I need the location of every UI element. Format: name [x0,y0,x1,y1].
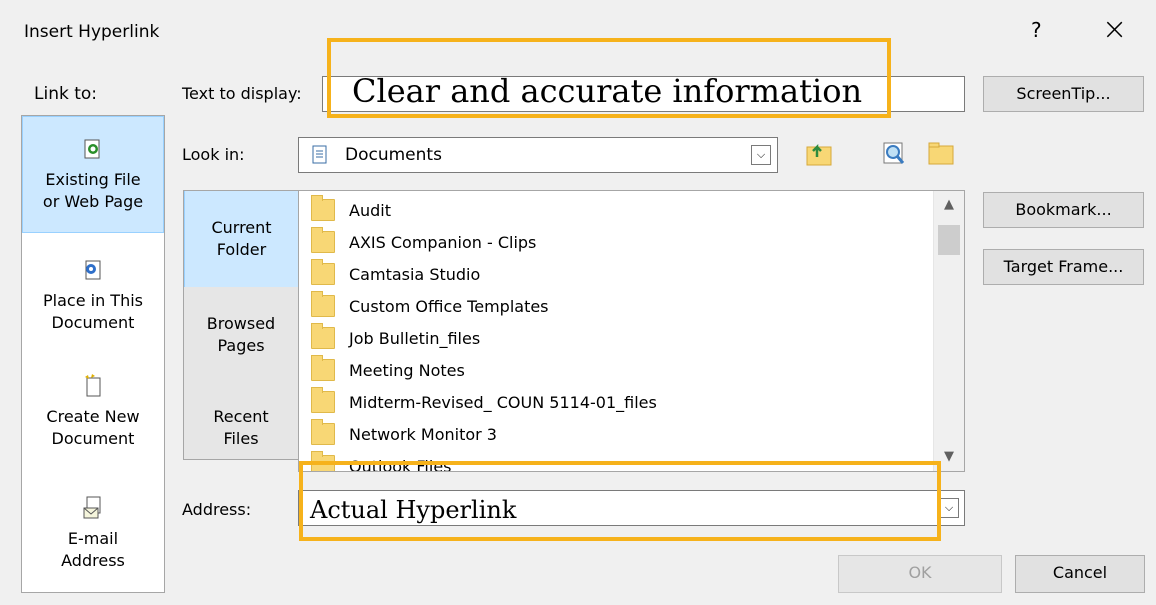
link-to-email-address[interactable]: E-mail Address [22,488,164,588]
bookmark-button[interactable]: Bookmark... [983,192,1144,228]
scroll-up-icon[interactable]: ▲ [934,197,964,212]
folder-icon [311,387,335,413]
browse-file-button[interactable] [923,137,959,171]
folder-icon [311,291,335,317]
browse-web-icon [883,142,905,164]
address-value: Actual Hyperlink [310,496,517,524]
address-dropdown-icon[interactable]: ⌵ [939,498,959,518]
text-to-display-label: Text to display: [182,84,302,103]
folder-icon [311,227,335,253]
screentip-button[interactable]: ScreenTip... [983,76,1144,112]
folder-icon [311,419,335,445]
close-icon[interactable]: × [1102,12,1127,48]
dialog-title: Insert Hyperlink [24,22,160,42]
list-item[interactable]: Camtasia Studio [311,258,480,290]
cancel-button[interactable]: Cancel [1015,555,1145,593]
email-address-icon [22,496,164,526]
existing-file-icon [23,139,163,167]
folder-icon [311,355,335,381]
documents-icon [311,145,329,170]
link-to-panel: Existing File or Web Page Place in This … [21,115,165,593]
list-item[interactable]: AXIS Companion - Clips [311,226,536,258]
list-item[interactable]: Meeting Notes [311,354,465,386]
folder-icon [311,323,335,349]
text-to-display-value: Clear and accurate information [352,72,863,110]
folder-icon [311,195,335,221]
link-to-existing-file[interactable]: Existing File or Web Page [22,116,164,233]
nav-current-folder[interactable]: Current Folder [184,191,298,287]
nav-recent-files[interactable]: Recent Files [184,406,298,466]
list-item[interactable]: Midterm-Revised_ COUN 5114-01_files [311,386,657,418]
browse-web-button[interactable] [876,137,912,171]
link-to-label: Link to: [34,84,98,104]
chevron-down-icon[interactable]: ⌵ [751,145,771,165]
address-label: Address: [182,500,252,519]
list-item[interactable]: Custom Office Templates [311,290,549,322]
create-new-document-icon [22,374,164,404]
link-to-create-new-document[interactable]: Create New Document [22,364,164,474]
ok-button[interactable]: OK [838,555,1002,593]
look-in-dropdown[interactable]: Documents ⌵ [298,137,778,173]
list-item[interactable]: Job Bulletin_files [311,322,480,354]
vertical-scrollbar[interactable]: ▲ ▼ [933,191,964,471]
open-folder-icon [928,142,954,165]
file-list[interactable]: Audit AXIS Companion - Clips Camtasia St… [298,190,965,472]
look-in-label: Look in: [182,145,245,164]
nav-browsed-pages[interactable]: Browsed Pages [184,313,298,373]
up-folder-icon [806,143,832,166]
place-in-document-icon [22,260,164,288]
up-one-folder-button[interactable] [801,137,837,171]
look-in-value: Documents [345,145,442,165]
list-item[interactable]: Audit [311,194,391,226]
target-frame-button[interactable]: Target Frame... [983,249,1144,285]
scroll-thumb[interactable] [938,225,960,255]
list-item[interactable]: Network Monitor 3 [311,418,497,450]
lookin-nav: Current Folder Browsed Pages Recent File… [183,190,299,460]
folder-icon [311,259,335,285]
help-icon[interactable]: ? [1031,18,1042,42]
link-to-place-in-document[interactable]: Place in This Document [22,248,164,358]
